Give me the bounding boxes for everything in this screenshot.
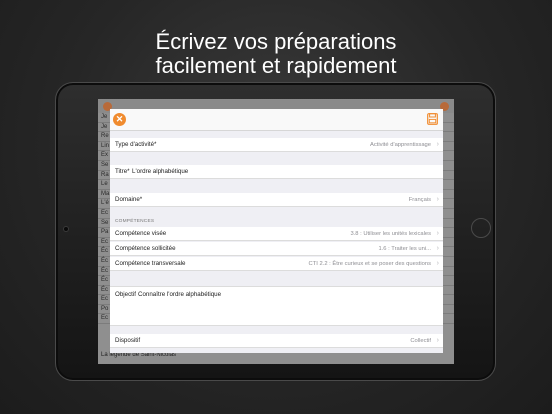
form-header: ✕ — [110, 109, 443, 131]
objectif-value[interactable]: Connaître l'ordre alphabétique — [138, 291, 221, 298]
domaine-row[interactable]: Domaine* Français › — [110, 193, 443, 207]
chevron-right-icon: › — [436, 245, 439, 252]
home-button[interactable] — [471, 218, 491, 238]
domaine-value: Français — [408, 197, 431, 203]
competence-visee-label: Compétence visée — [115, 230, 167, 237]
objectif-textarea[interactable]: Objectif Connaître l'ordre alphabétique — [110, 286, 443, 326]
close-icon[interactable]: ✕ — [113, 113, 126, 126]
titre-row[interactable]: Titre* L'ordre alphabétique — [110, 165, 443, 179]
headline-line-1: Écrivez vos préparations — [155, 29, 397, 54]
dispositif-label: Dispositif — [115, 337, 141, 344]
competences-section-header: COMPÉTENCES — [115, 219, 155, 224]
save-icon[interactable] — [427, 113, 438, 125]
competence-transversale-value: CTI 2.2 : Être curieux et se poser des q… — [308, 261, 431, 267]
competence-transversale-row[interactable]: Compétence transversale CTI 2.2 : Être c… — [110, 257, 443, 271]
camera — [63, 226, 69, 232]
domaine-label: Domaine* — [115, 196, 143, 203]
chevron-right-icon: › — [436, 196, 439, 203]
competence-sollicitee-label: Compétence sollicitée — [115, 245, 176, 252]
competence-transversale-label: Compétence transversale — [115, 260, 186, 267]
type-activite-row[interactable]: Type d'activité* Activité d'apprentissag… — [110, 138, 443, 152]
titre-input[interactable]: L'ordre alphabétique — [132, 165, 188, 179]
objectif-label: Objectif — [115, 291, 136, 298]
competence-sollicitee-value: 1.6 : Traiter les uni... — [378, 246, 431, 252]
dispositif-row[interactable]: Dispositif Collectif › — [110, 334, 443, 348]
competence-visee-row[interactable]: Compétence visée 3.8 : Utiliser les unit… — [110, 227, 443, 241]
chevron-right-icon: › — [436, 230, 439, 237]
dispositif-value: Collectif — [410, 338, 431, 344]
titre-label: Titre* — [115, 168, 130, 175]
chevron-right-icon: › — [436, 260, 439, 267]
chevron-right-icon: › — [436, 337, 439, 344]
headline: Écrivez vos préparations facilement et r… — [0, 30, 552, 78]
type-activite-label: Type d'activité* — [115, 141, 157, 148]
competence-visee-value: 3.8 : Utiliser les unités lexicales — [350, 231, 431, 237]
competence-sollicitee-row[interactable]: Compétence sollicitée 1.6 : Traiter les … — [110, 242, 443, 256]
activity-form-panel: ✕ Type d'activité* Activité d'apprentiss… — [110, 109, 443, 353]
headline-line-2: facilement et rapidement — [155, 53, 397, 78]
chevron-right-icon: › — [436, 141, 439, 148]
type-activite-value: Activité d'apprentissage — [369, 142, 431, 148]
